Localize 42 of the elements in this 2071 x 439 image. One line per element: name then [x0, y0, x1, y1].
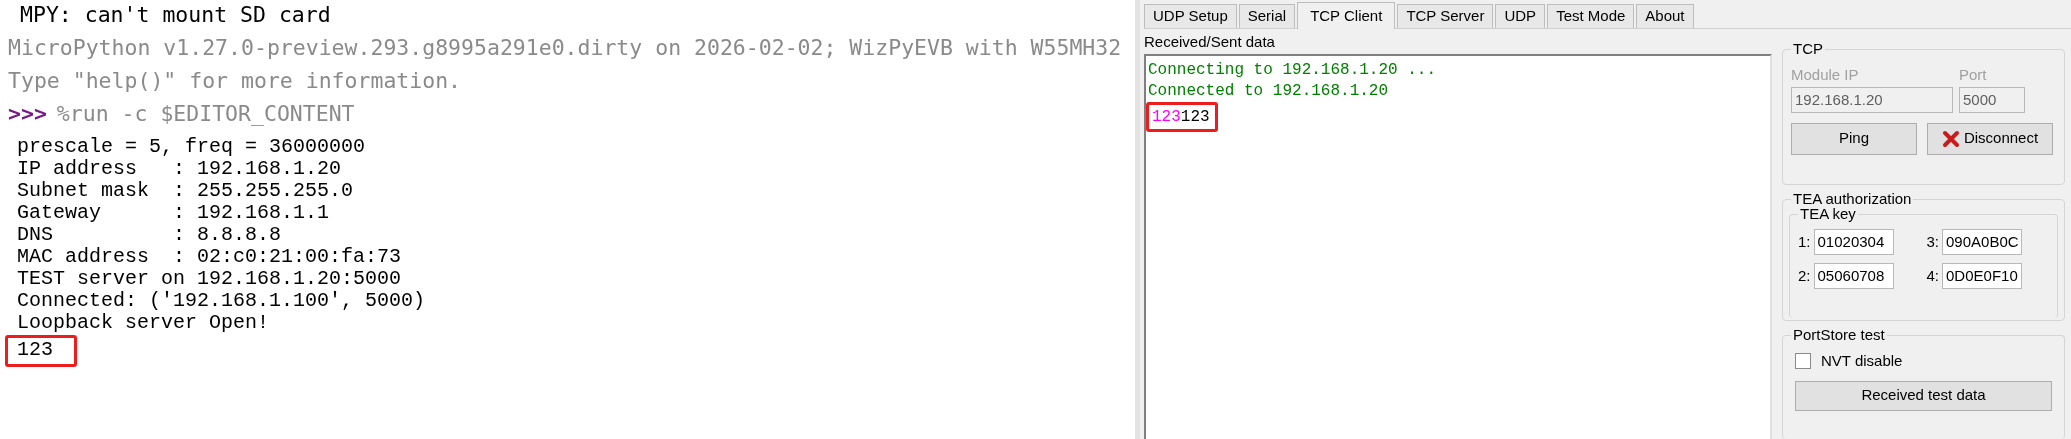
- checkbox[interactable]: [1795, 353, 1811, 370]
- data-label: Received/Sent data: [1144, 32, 1276, 52]
- ping-button[interactable]: Ping: [1791, 122, 1917, 155]
- field-label: Module IP: [1791, 65, 1860, 85]
- tab[interactable]: Serial: [1238, 4, 1296, 28]
- output-line: Subnet mask : 255.255.255.0: [16, 181, 355, 203]
- key-index: 2:: [1798, 265, 1811, 286]
- console-line: MPY: can't mount SD card: [20, 1, 331, 29]
- tab[interactable]: TCP Client: [1297, 2, 1396, 29]
- key-index: 1:: [1798, 231, 1811, 252]
- key-index: 3:: [1926, 231, 1939, 252]
- output-line: Gateway : 192.168.1.1: [16, 203, 331, 225]
- tab[interactable]: UDP: [1495, 4, 1546, 28]
- tab[interactable]: UDP Setup: [1144, 4, 1237, 28]
- prompt-marker: >>>: [8, 100, 47, 128]
- command-text: %run -c $EDITOR_CONTENT: [56, 100, 355, 128]
- key-field[interactable]: 01020304: [1813, 229, 1894, 255]
- output-line: TEST server on 192.168.1.20:5000: [16, 269, 403, 291]
- cross-icon: [1941, 129, 1960, 148]
- key-field[interactable]: 0D0E0F10: [1942, 263, 2022, 289]
- console-line: Type "help()" for more information.: [8, 67, 462, 95]
- tab[interactable]: About: [1636, 4, 1694, 28]
- group-title: TEA key: [1798, 205, 1858, 223]
- data-log[interactable]: Connecting to 192.168.1.20 ... Connected to 192.168.1.20 123123: [1144, 54, 1772, 439]
- output-line: prescale = 5, freq = 36000000: [16, 137, 367, 159]
- log-line: Connected to 192.168.1.20: [1148, 81, 1389, 102]
- output-line: Connected: ('192.168.1.100', 5000): [16, 291, 427, 313]
- key-field[interactable]: 090A0B0C: [1942, 229, 2022, 255]
- disconnect-button[interactable]: Disconnect: [1927, 122, 2053, 155]
- output-line: MAC address : 02:c0:21:00:fa:73: [16, 247, 403, 269]
- checkbox-label: NVT disable: [1821, 351, 1903, 371]
- output-line: Loopback server Open!: [16, 313, 271, 335]
- tab[interactable]: Test Mode: [1547, 4, 1635, 28]
- console-line: MicroPython v1.27.0-preview.293.g8995a291e0.dirty on 2026-02-02; WizPyEVB with W55MH32: [8, 34, 1122, 62]
- output-line: DNS : 8.8.8.8: [16, 225, 283, 247]
- output-line: IP address : 192.168.1.20: [16, 159, 343, 181]
- tab[interactable]: TCP Server: [1397, 4, 1494, 28]
- key-index: 4:: [1926, 265, 1939, 286]
- key-field[interactable]: 05060708: [1813, 263, 1894, 289]
- field-label: Port: [1959, 65, 1988, 85]
- received-test-data-button[interactable]: Received test data: [1795, 380, 2052, 411]
- log-line: Connecting to 192.168.1.20 ...: [1148, 60, 1437, 81]
